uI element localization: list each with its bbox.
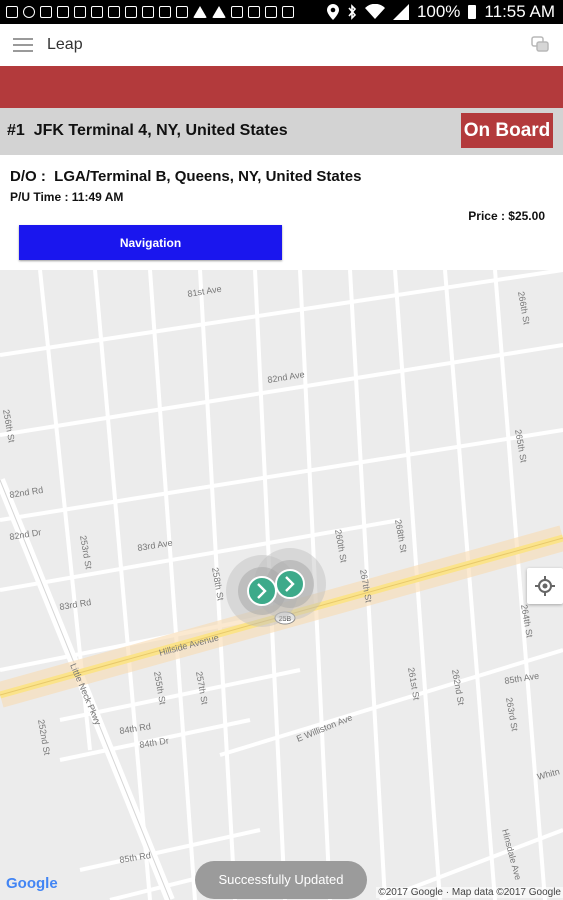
street-label: 263rd St — [504, 697, 520, 733]
vehicle-marker-icon[interactable] — [247, 576, 277, 606]
street-label: 262nd St — [450, 669, 466, 707]
image-icon — [176, 6, 188, 18]
download-icon — [248, 6, 260, 18]
download-icon — [125, 6, 137, 18]
image-icon — [142, 6, 154, 18]
trip-price: Price : $25.00 — [468, 209, 545, 223]
street-label: 253rd St — [78, 535, 94, 571]
skype-icon — [23, 6, 35, 18]
trip-header: #1 JFK Terminal 4, NY, United States On … — [0, 108, 563, 155]
mail-icon — [282, 6, 294, 18]
street-label: 84th Dr — [139, 735, 170, 749]
notification-icons — [0, 6, 294, 18]
street-label: 260th St — [333, 529, 349, 564]
warning-icon — [193, 6, 207, 18]
pickup-time: P/U Time : 11:49 AM — [10, 190, 124, 204]
notification-icon — [6, 6, 18, 18]
street-label: 81st Ave — [187, 284, 223, 299]
location-icon — [326, 4, 339, 20]
chat-icon[interactable] — [531, 36, 549, 54]
navigation-button[interactable]: Navigation — [19, 225, 282, 260]
street-label: 83rd Ave — [137, 538, 174, 553]
download-icon — [108, 6, 120, 18]
trip-title: #1 JFK Terminal 4, NY, United States — [7, 122, 288, 139]
street-label: 257th St — [194, 671, 210, 706]
my-location-button[interactable] — [527, 568, 563, 604]
street-label: 258th St — [210, 567, 226, 602]
app-title: Leap — [47, 36, 83, 53]
google-logo-text: Google — [6, 875, 58, 892]
mail-icon — [57, 6, 69, 18]
street-label: 266th St — [516, 291, 532, 326]
signal-icon — [392, 4, 409, 20]
street-label: 252nd St — [36, 719, 52, 757]
street-label: 82nd Rd — [9, 485, 44, 500]
image-icon — [265, 6, 277, 18]
on-board-button[interactable]: On Board — [461, 113, 553, 148]
image-icon — [159, 6, 171, 18]
messaging-icon — [40, 6, 52, 18]
warning-icon — [212, 6, 226, 18]
map-attribution: ©2017 Google · Map data ©2017 Google — [376, 887, 563, 898]
header-banner — [0, 66, 563, 108]
bluetooth-icon — [348, 4, 357, 20]
map-view[interactable]: 25B 81st Ave 82nd Ave 83rd Ave 84th Rd 8… — [0, 270, 563, 900]
battery-icon — [468, 5, 477, 19]
vehicle-marker-icon[interactable] — [275, 569, 305, 599]
street-label: 268th St — [393, 519, 409, 554]
hamburger-menu-icon[interactable] — [13, 38, 33, 52]
app-bar: Leap — [0, 24, 563, 66]
download-icon — [91, 6, 103, 18]
status-time: 11:55 AM — [484, 2, 555, 21]
map-canvas: 25B 81st Ave 82nd Ave 83rd Ave 84th Rd 8… — [0, 270, 563, 900]
crosshair-icon — [535, 576, 555, 596]
battery-percent: 100% — [416, 2, 461, 21]
download-icon — [74, 6, 86, 18]
street-label: Whitn — [536, 766, 561, 782]
image-icon — [231, 6, 243, 18]
wifi-icon — [364, 4, 385, 19]
street-label: 85th Ave — [504, 671, 540, 686]
google-logo[interactable]: Google — [6, 875, 58, 892]
street-label: 256th St — [1, 409, 17, 444]
dropoff-address: D/O : LGA/Terminal B, Queens, NY, United… — [10, 168, 362, 185]
status-bar: 100% 11:55 AM — [0, 0, 563, 24]
trip-details: D/O : LGA/Terminal B, Queens, NY, United… — [0, 155, 563, 270]
street-label: 82nd Ave — [267, 369, 305, 385]
toast-message: Successfully Updated — [195, 861, 367, 899]
